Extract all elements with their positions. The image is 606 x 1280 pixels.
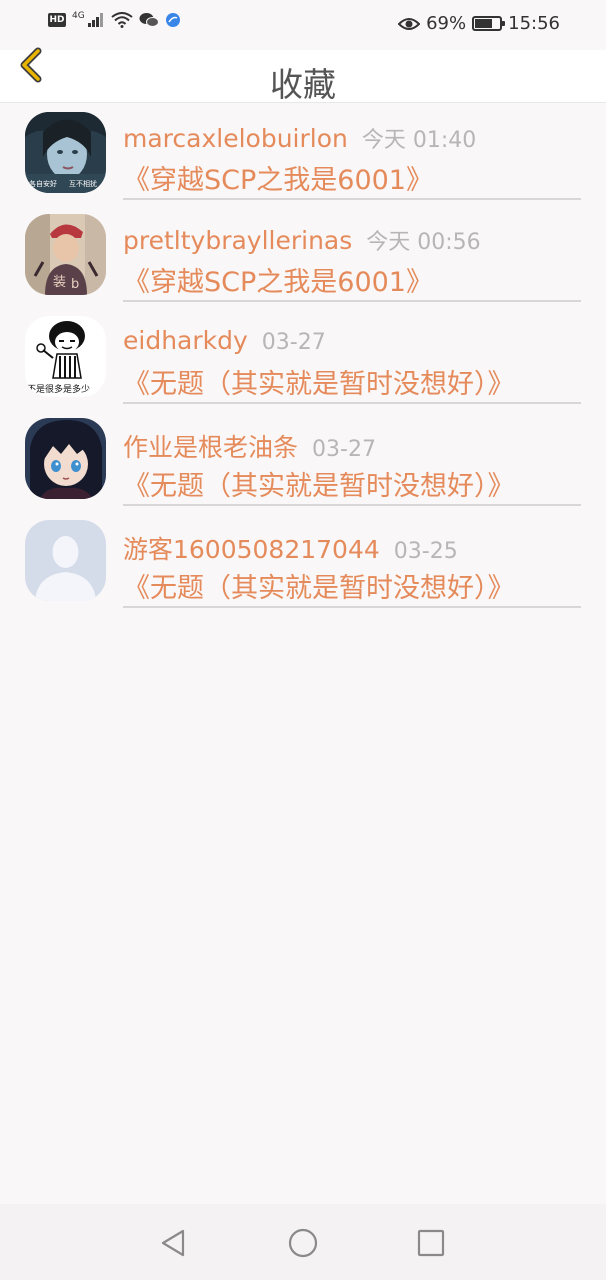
- avatar[interactable]: [25, 418, 106, 499]
- svg-text:装: 装: [53, 275, 66, 290]
- item-body: pretltybrayllerinas 今天 00:56 《穿越SCP之我是600…: [123, 205, 581, 302]
- book-title[interactable]: 《无题（其实就是暂时没想好）》: [123, 464, 515, 503]
- battery-percent: 69%: [426, 13, 467, 34]
- name-line: eidharkdy 03-27: [123, 326, 326, 355]
- nav-recents-button[interactable]: [415, 1227, 447, 1259]
- browser-icon: [165, 13, 180, 27]
- eye-icon: [398, 17, 421, 30]
- post-time: 今天 00:56: [366, 230, 481, 255]
- wechat-icon: [139, 13, 159, 27]
- status-left: HD 4G: [48, 11, 181, 28]
- default-avatar[interactable]: [25, 520, 106, 601]
- book-title[interactable]: 《无题（其实就是暂时没想好）》: [123, 362, 515, 401]
- name-line: 作业是根老油条 03-27: [123, 428, 376, 464]
- nav-home-button[interactable]: [287, 1227, 319, 1259]
- list-item[interactable]: 装 b pretltybrayllerinas 今天 00:56 《穿越SCP之我…: [0, 205, 606, 307]
- svg-text:b: b: [71, 277, 79, 292]
- book-title[interactable]: 《穿越SCP之我是6001》: [123, 158, 433, 197]
- status-bar: HD 4G 69% 15:56: [0, 0, 606, 50]
- signal-icon: [87, 13, 103, 27]
- name-line: pretltybrayllerinas 今天 00:56: [123, 224, 481, 256]
- user-name[interactable]: eidharkdy: [123, 326, 248, 355]
- battery-icon: [472, 16, 506, 31]
- avatar[interactable]: 各自安好 互不相扰: [25, 112, 106, 193]
- post-time: 03-27: [312, 437, 376, 462]
- user-name[interactable]: pretltybrayllerinas: [123, 226, 352, 255]
- avatar[interactable]: 不是很多是多少: [25, 316, 106, 397]
- list-item[interactable]: 游客1600508217044 03-25 《无题（其实就是暂时没想好）》: [0, 511, 606, 613]
- list-item[interactable]: 各自安好 互不相扰 marcaxlelobuirlon 今天 01:40 《穿越S…: [0, 103, 606, 205]
- avatar-caption: 不是很多是多少: [27, 383, 90, 395]
- user-name[interactable]: 作业是根老油条: [123, 433, 298, 462]
- user-name[interactable]: 游客1600508217044: [123, 535, 380, 564]
- item-body: marcaxlelobuirlon 今天 01:40 《穿越SCP之我是6001》: [123, 103, 581, 200]
- item-body: eidharkdy 03-27 《无题（其实就是暂时没想好）》: [123, 307, 581, 404]
- battery-fill: [475, 19, 493, 28]
- wifi-icon: [111, 12, 133, 28]
- list-item[interactable]: 不是很多是多少 eidharkdy 03-27 《无题（其实就是暂时没想好）》: [0, 307, 606, 409]
- book-title[interactable]: 《无题（其实就是暂时没想好）》: [123, 566, 515, 605]
- book-title[interactable]: 《穿越SCP之我是6001》: [123, 260, 433, 299]
- network-type: 4G: [72, 11, 85, 21]
- nav-back-button[interactable]: [157, 1227, 189, 1259]
- item-body: 作业是根老油条 03-27 《无题（其实就是暂时没想好）》: [123, 409, 581, 506]
- recents-square-icon: [417, 1229, 445, 1257]
- clock: 15:56: [508, 13, 560, 34]
- status-right: 69% 15:56: [398, 13, 560, 34]
- avatar-caption: 各自安好: [29, 179, 57, 188]
- item-body: 游客1600508217044 03-25 《无题（其实就是暂时没想好）》: [123, 511, 581, 608]
- post-time: 今天 01:40: [361, 128, 477, 153]
- user-name[interactable]: marcaxlelobuirlon: [123, 124, 348, 153]
- name-line: marcaxlelobuirlon 今天 01:40: [123, 122, 476, 154]
- hd-icon: HD: [48, 13, 66, 27]
- post-time: 03-25: [393, 539, 458, 564]
- avatar[interactable]: 装 b: [25, 214, 106, 295]
- name-line: 游客1600508217044 03-25: [123, 530, 458, 566]
- list-item[interactable]: 作业是根老油条 03-27 《无题（其实就是暂时没想好）》: [0, 409, 606, 511]
- avatar-caption: 互不相扰: [69, 179, 97, 188]
- back-triangle-icon: [161, 1229, 185, 1257]
- title-bar: 收藏: [0, 47, 606, 104]
- home-circle-icon: [288, 1228, 318, 1258]
- page-title: 收藏: [270, 65, 336, 104]
- favorites-list: 各自安好 互不相扰 marcaxlelobuirlon 今天 01:40 《穿越S…: [0, 103, 606, 613]
- system-nav-bar: [0, 1204, 606, 1280]
- post-time: 03-27: [261, 330, 326, 355]
